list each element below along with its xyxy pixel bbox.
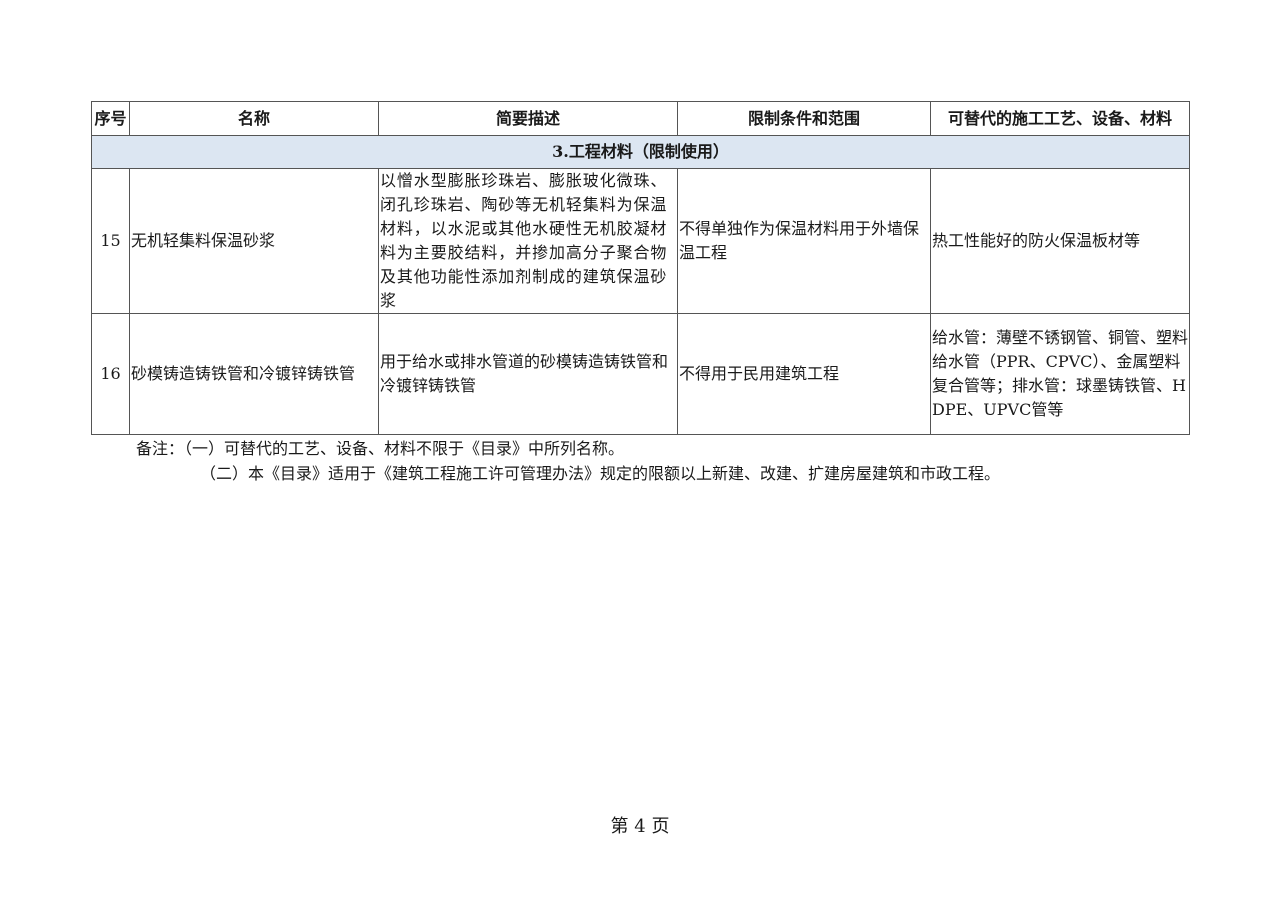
row-seq: 16 <box>91 313 130 435</box>
header-alternative: 可替代的施工工艺、设备、材料 <box>930 101 1190 136</box>
row-restriction: 不得单独作为保温材料用于外墙保温工程 <box>677 168 931 314</box>
row-seq: 15 <box>91 168 130 314</box>
row-description: 以憎水型膨胀珍珠岩、膨胀玻化微珠、闭孔珍珠岩、陶砂等无机轻集料为保温材料，以水泥… <box>378 168 678 314</box>
table-header-row: 序号 名称 简要描述 限制条件和范围 可替代的施工工艺、设备、材料 <box>91 101 1190 136</box>
row-alternative: 给水管：薄壁不锈钢管、铜管、塑料给水管（PPR、CPVC）、金属塑料复合管等；排… <box>930 313 1190 435</box>
header-description: 简要描述 <box>378 101 678 136</box>
section-row: 3.工程材料（限制使用） <box>91 135 1190 169</box>
row-restriction: 不得用于民用建筑工程 <box>677 313 931 435</box>
header-seq: 序号 <box>91 101 130 136</box>
row-name: 无机轻集料保温砂浆 <box>129 168 379 314</box>
table-row: 15 无机轻集料保温砂浆 以憎水型膨胀珍珠岩、膨胀玻化微珠、闭孔珍珠岩、陶砂等无… <box>91 168 1190 314</box>
header-name: 名称 <box>129 101 379 136</box>
page-number: 第 4 页 <box>610 816 670 837</box>
note-line-2: （二）本《目录》适用于《建筑工程施工许可管理办法》规定的限额以上新建、改建、扩建… <box>200 464 1001 483</box>
catalog-table: 序号 名称 简要描述 限制条件和范围 可替代的施工工艺、设备、材料 3.工程材料… <box>91 101 1190 435</box>
note-line-1: 备注：（一）可替代的工艺、设备、材料不限于《目录》中所列名称。 <box>136 439 625 458</box>
table-row: 16 砂模铸造铸铁管和冷镀锌铸铁管 用于给水或排水管道的砂模铸造铸铁管和冷镀锌铸… <box>91 313 1190 435</box>
row-alternative: 热工性能好的防火保温板材等 <box>930 168 1190 314</box>
notes: 备注：（一）可替代的工艺、设备、材料不限于《目录》中所列名称。 （二）本《目录》… <box>136 436 1000 486</box>
row-description: 用于给水或排水管道的砂模铸造铸铁管和冷镀锌铸铁管 <box>378 313 678 435</box>
row-name: 砂模铸造铸铁管和冷镀锌铸铁管 <box>129 313 379 435</box>
section-title: 3.工程材料（限制使用） <box>91 135 1190 169</box>
header-restriction: 限制条件和范围 <box>677 101 931 136</box>
